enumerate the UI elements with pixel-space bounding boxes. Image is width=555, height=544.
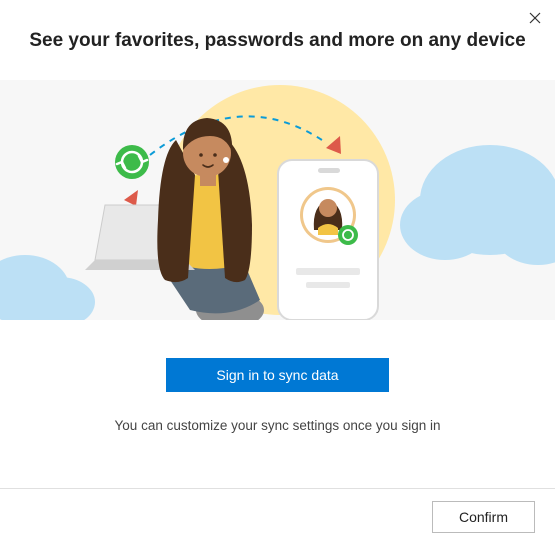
sign-in-sync-button[interactable]: Sign in to sync data: [166, 358, 388, 392]
sync-hint-text: You can customize your sync settings onc…: [0, 392, 555, 433]
sync-illustration: [0, 80, 555, 320]
sync-icon: [115, 145, 149, 179]
phone-icon: [278, 160, 378, 320]
close-button[interactable]: [525, 8, 545, 28]
confirm-button[interactable]: Confirm: [432, 501, 535, 533]
cloud-icon: [0, 255, 95, 320]
close-icon: [529, 12, 541, 24]
dialog-title: See your favorites, passwords and more o…: [0, 0, 555, 80]
cloud-icon: [400, 145, 555, 265]
dialog-footer: Confirm: [0, 488, 555, 544]
